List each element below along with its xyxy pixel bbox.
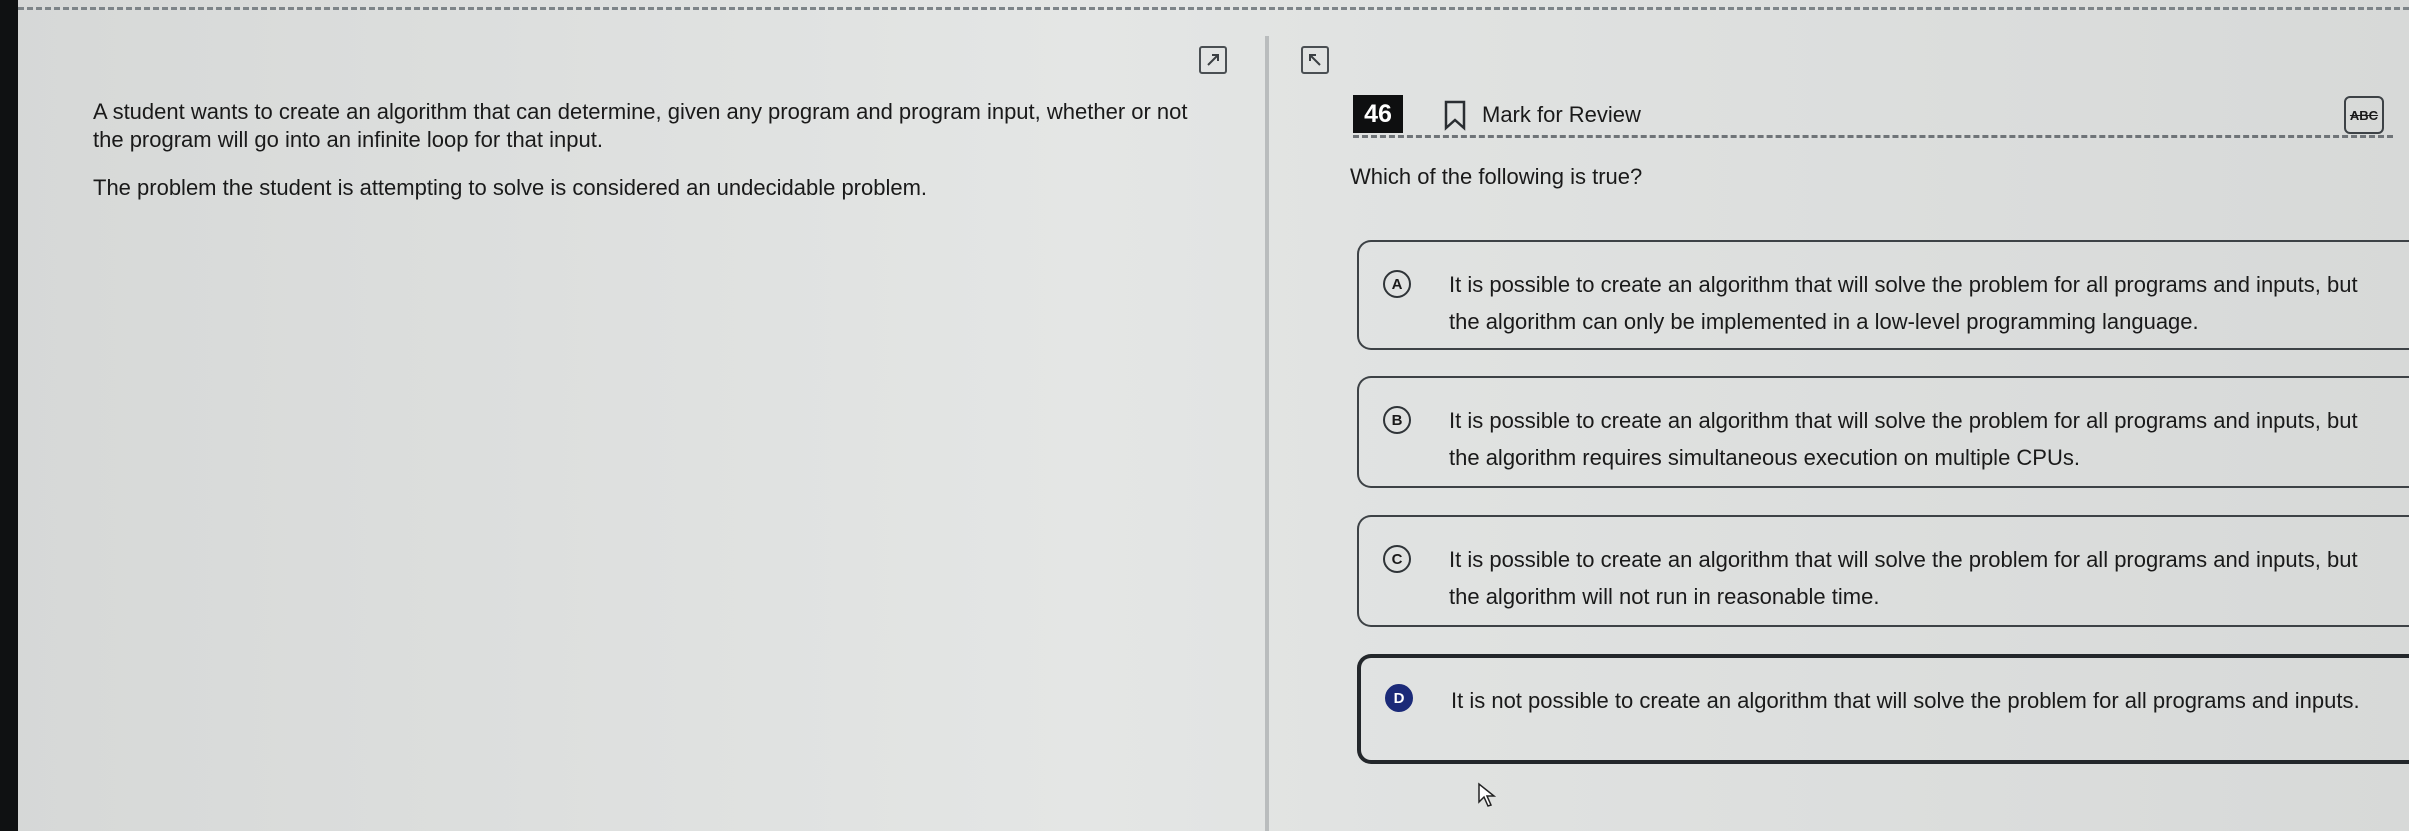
question-number: 46	[1353, 95, 1403, 133]
choice-text-a: It is possible to create an algorithm th…	[1449, 272, 2358, 334]
choice-letter-b: B	[1383, 406, 1411, 434]
expand-passage-button[interactable]	[1199, 46, 1227, 74]
answer-choice-c[interactable]: C It is possible to create an algorithm …	[1357, 515, 2409, 627]
answer-choice-a[interactable]: A It is possible to create an algorithm …	[1357, 240, 2409, 350]
answer-choice-b[interactable]: B It is possible to create an algorithm …	[1357, 376, 2409, 488]
mark-for-review-label: Mark for Review	[1482, 102, 1641, 127]
expand-diagonal-icon	[1207, 54, 1219, 66]
passage-paragraph-2: The problem the student is attempting to…	[93, 175, 928, 200]
choice-letter-c: C	[1383, 545, 1411, 573]
answer-choice-d[interactable]: D It is not possible to create an algori…	[1357, 654, 2409, 764]
bookmark-icon	[1444, 100, 1466, 131]
top-dashed-rule	[18, 0, 2409, 10]
left-bezel	[0, 0, 18, 831]
mouse-pointer-icon	[1478, 782, 1497, 807]
collapse-diagonal-icon	[1309, 54, 1321, 66]
screen: A student wants to create an algorithm t…	[0, 0, 2409, 831]
choice-text-b: It is possible to create an algorithm th…	[1449, 408, 2358, 470]
expand-question-button[interactable]	[1301, 46, 1329, 74]
passage-paragraph-1: A student wants to create an algorithm t…	[93, 99, 1188, 152]
passage-pane: A student wants to create an algorithm t…	[93, 98, 1213, 222]
choice-text-c: It is possible to create an algorithm th…	[1449, 547, 2358, 609]
abc-eliminator-button[interactable]: ABC	[2344, 96, 2384, 134]
choice-letter-a: A	[1383, 270, 1411, 298]
choice-letter-d: D	[1385, 684, 1413, 712]
pane-divider[interactable]	[1265, 36, 1269, 831]
question-prompt: Which of the following is true?	[1350, 164, 1643, 189]
choice-text-d: It is not possible to create an algorith…	[1451, 688, 2360, 713]
mark-for-review-button[interactable]: Mark for Review	[1442, 97, 1641, 133]
